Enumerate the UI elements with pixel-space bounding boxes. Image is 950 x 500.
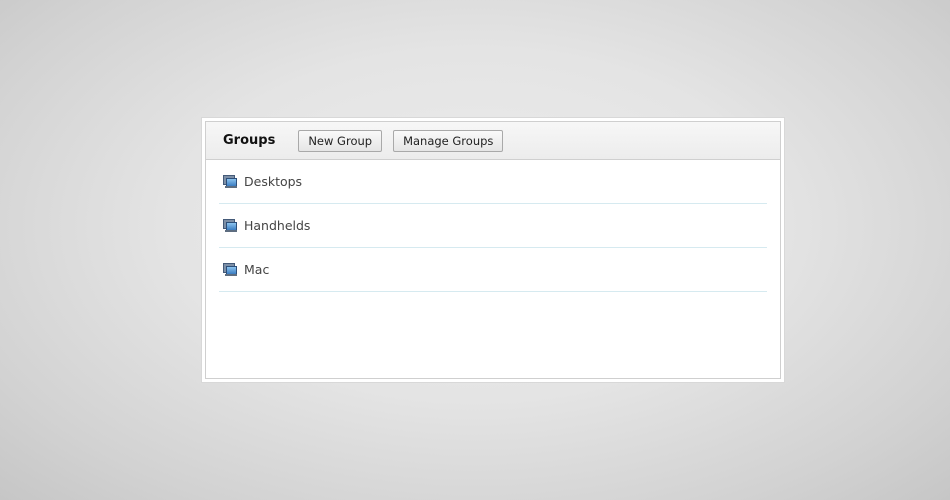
computer-group-icon (223, 219, 237, 232)
computer-group-icon (223, 263, 237, 276)
group-item-handhelds[interactable]: Handhelds (219, 204, 767, 248)
panel-header: Groups New Group Manage Groups (206, 122, 780, 160)
group-label: Desktops (244, 174, 303, 189)
groups-panel: Groups New Group Manage Groups Desktops … (201, 117, 785, 383)
manage-groups-button[interactable]: Manage Groups (393, 129, 504, 152)
groups-panel-inner: Groups New Group Manage Groups Desktops … (205, 121, 781, 379)
panel-title: Groups (223, 133, 276, 148)
group-item-mac[interactable]: Mac (219, 248, 767, 292)
group-label: Handhelds (244, 218, 311, 233)
group-label: Mac (244, 262, 270, 277)
groups-list: Desktops Handhelds Mac (206, 160, 780, 292)
computer-group-icon (223, 175, 237, 188)
group-item-desktops[interactable]: Desktops (219, 160, 767, 204)
new-group-button[interactable]: New Group (298, 129, 383, 152)
